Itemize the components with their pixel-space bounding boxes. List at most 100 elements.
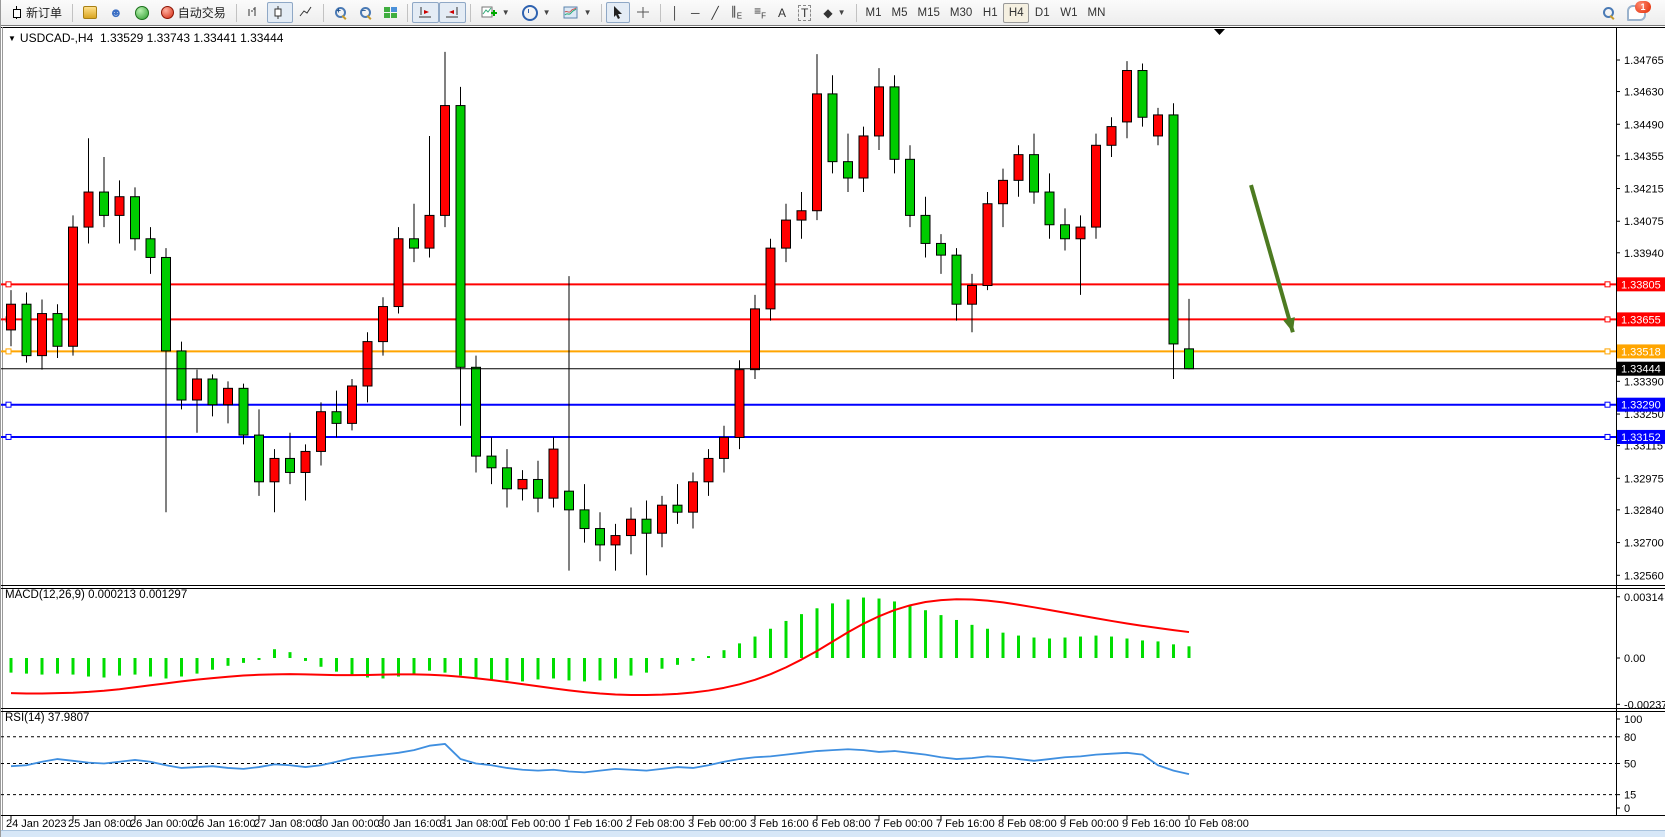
- auto-scroll-button[interactable]: [412, 2, 439, 23]
- svg-text:2 Feb 08:00: 2 Feb 08:00: [626, 818, 685, 830]
- svg-text:1.32560: 1.32560: [1624, 570, 1664, 582]
- main-toolbar: 新订单 ☻ 自动交易 + − ▼ ▼ ▼ │ ─ ╱ ∥E ≡F A: [1, 0, 1665, 26]
- svg-text:-0.002376: -0.002376: [1624, 699, 1665, 711]
- svg-text:8 Feb 08:00: 8 Feb 08:00: [998, 818, 1057, 830]
- new-order-button[interactable]: 新订单: [5, 2, 68, 23]
- data-window-button[interactable]: ☻: [103, 2, 129, 23]
- toolbar-separator: [236, 4, 237, 22]
- channel-icon: ∥E: [731, 4, 742, 20]
- search-button[interactable]: [1596, 2, 1621, 23]
- svg-text:0.00314: 0.00314: [1624, 592, 1664, 604]
- zoom-in-icon: +: [334, 6, 347, 19]
- timeframe-mn-button[interactable]: MN: [1083, 3, 1111, 23]
- vertical-line-icon: │: [671, 6, 679, 20]
- trading-app-window: 新订单 ☻ 自动交易 + − ▼ ▼ ▼ │ ─ ╱ ∥E ≡F A: [0, 0, 1665, 837]
- chart-title: ▼USDCAD-,H4 1.33529 1.33743 1.33441 1.33…: [8, 31, 283, 45]
- svg-text:9 Feb 00:00: 9 Feb 00:00: [1060, 818, 1119, 830]
- line-chart-icon: [299, 6, 313, 19]
- chevron-down-icon: ▼: [8, 34, 16, 43]
- template-button[interactable]: ▼: [557, 2, 598, 23]
- globe-icon: [135, 6, 149, 20]
- search-icon: [1602, 6, 1615, 19]
- notification-badge: 1: [1635, 1, 1651, 13]
- toolbar-separator: [660, 4, 661, 22]
- arrows-tool-button[interactable]: ◆▼: [817, 2, 851, 23]
- tile-windows-button[interactable]: [378, 2, 403, 23]
- timeframe-m5-button[interactable]: M5: [887, 3, 913, 23]
- toolbar-separator: [470, 4, 471, 22]
- svg-text:6 Feb 08:00: 6 Feb 08:00: [812, 818, 871, 830]
- svg-text:7 Feb 00:00: 7 Feb 00:00: [874, 818, 933, 830]
- svg-text:1.34490: 1.34490: [1624, 119, 1664, 131]
- horizontal-line-icon: ─: [691, 6, 700, 20]
- timeframe-h4-button[interactable]: H4: [1003, 3, 1029, 23]
- zoom-in-button[interactable]: +: [328, 2, 353, 23]
- new-chart-button[interactable]: ▼: [475, 2, 516, 23]
- autotrade-button[interactable]: 自动交易: [155, 2, 232, 23]
- svg-text:1.34355: 1.34355: [1624, 151, 1664, 163]
- notifications-button[interactable]: 1: [1621, 2, 1652, 23]
- toolbar-separator: [601, 4, 602, 22]
- new-chart-icon: [481, 6, 497, 20]
- svg-text:1.33444: 1.33444: [1621, 364, 1661, 376]
- toolbar-separator: [407, 4, 408, 22]
- clock-icon: [522, 5, 538, 21]
- navigator-button[interactable]: [129, 2, 155, 23]
- period-button[interactable]: ▼: [516, 2, 557, 23]
- market-watch-icon: [83, 6, 97, 19]
- svg-text:1.33390: 1.33390: [1624, 376, 1664, 388]
- macd-indicator-label: MACD(12,26,9) 0.000213 0.001297: [5, 589, 187, 601]
- chart-shift-icon: [445, 6, 460, 19]
- crosshair-icon: [636, 6, 650, 19]
- chart-canvas[interactable]: 1.347651.346301.344901.343551.342151.340…: [1, 0, 1665, 837]
- vertical-line-tool-button[interactable]: │: [665, 2, 685, 23]
- toolbar-separator: [856, 4, 857, 22]
- svg-text:80: 80: [1624, 732, 1636, 744]
- bar-chart-button[interactable]: [241, 2, 267, 23]
- svg-text:27 Jan 08:00: 27 Jan 08:00: [254, 818, 318, 830]
- svg-text:26 Jan 00:00: 26 Jan 00:00: [130, 818, 194, 830]
- svg-text:7 Feb 16:00: 7 Feb 16:00: [936, 818, 995, 830]
- timeframe-h1-button[interactable]: H1: [977, 3, 1003, 23]
- timeframe-d1-button[interactable]: D1: [1029, 3, 1055, 23]
- toolbar-separator: [323, 4, 324, 22]
- timeframe-w1-button[interactable]: W1: [1055, 3, 1082, 23]
- horizontal-line-tool-button[interactable]: ─: [685, 2, 706, 23]
- market-watch-button[interactable]: [77, 2, 103, 23]
- chat-bubble-icon: 1: [1627, 5, 1646, 21]
- timeframe-m1-button[interactable]: M1: [861, 3, 887, 23]
- horizontal-scrollbar[interactable]: [1, 830, 1665, 837]
- text-icon: A: [778, 6, 786, 20]
- trendline-tool-button[interactable]: ╱: [706, 2, 725, 23]
- timeframe-m30-button[interactable]: M30: [945, 3, 977, 23]
- fibonacci-icon: ≡F: [754, 4, 766, 20]
- svg-text:3 Feb 00:00: 3 Feb 00:00: [688, 818, 747, 830]
- fibonacci-tool-button[interactable]: ≡F: [748, 2, 772, 23]
- svg-text:25 Jan 08:00: 25 Jan 08:00: [68, 818, 132, 830]
- svg-text:1.34075: 1.34075: [1624, 216, 1664, 228]
- crosshair-button[interactable]: [630, 2, 656, 23]
- svg-text:0: 0: [1624, 803, 1630, 815]
- trendline-icon: ╱: [712, 6, 719, 20]
- svg-text:3 Feb 16:00: 3 Feb 16:00: [750, 818, 809, 830]
- text-label-tool-button[interactable]: T: [792, 2, 817, 23]
- zoom-out-button[interactable]: −: [353, 2, 378, 23]
- dropdown-arrow-icon: ▼: [502, 8, 510, 17]
- autotrade-icon: [161, 6, 174, 19]
- svg-text:1.33290: 1.33290: [1621, 400, 1661, 412]
- chart-shift-button[interactable]: [439, 2, 466, 23]
- svg-text:1.34765: 1.34765: [1624, 55, 1664, 67]
- text-tool-button[interactable]: A: [772, 2, 792, 23]
- svg-text:1 Feb 00:00: 1 Feb 00:00: [502, 818, 561, 830]
- tile-windows-icon: [384, 7, 397, 18]
- line-chart-button[interactable]: [293, 2, 319, 23]
- new-order-icon: [11, 6, 22, 19]
- timeframe-m15-button[interactable]: M15: [913, 3, 945, 23]
- autotrade-label: 自动交易: [178, 4, 226, 21]
- svg-text:26 Jan 16:00: 26 Jan 16:00: [192, 818, 256, 830]
- cursor-button[interactable]: [606, 2, 630, 23]
- svg-text:50: 50: [1624, 759, 1636, 771]
- candlestick-chart-button[interactable]: [267, 2, 293, 23]
- svg-text:1 Feb 16:00: 1 Feb 16:00: [564, 818, 623, 830]
- channel-tool-button[interactable]: ∥E: [725, 2, 748, 23]
